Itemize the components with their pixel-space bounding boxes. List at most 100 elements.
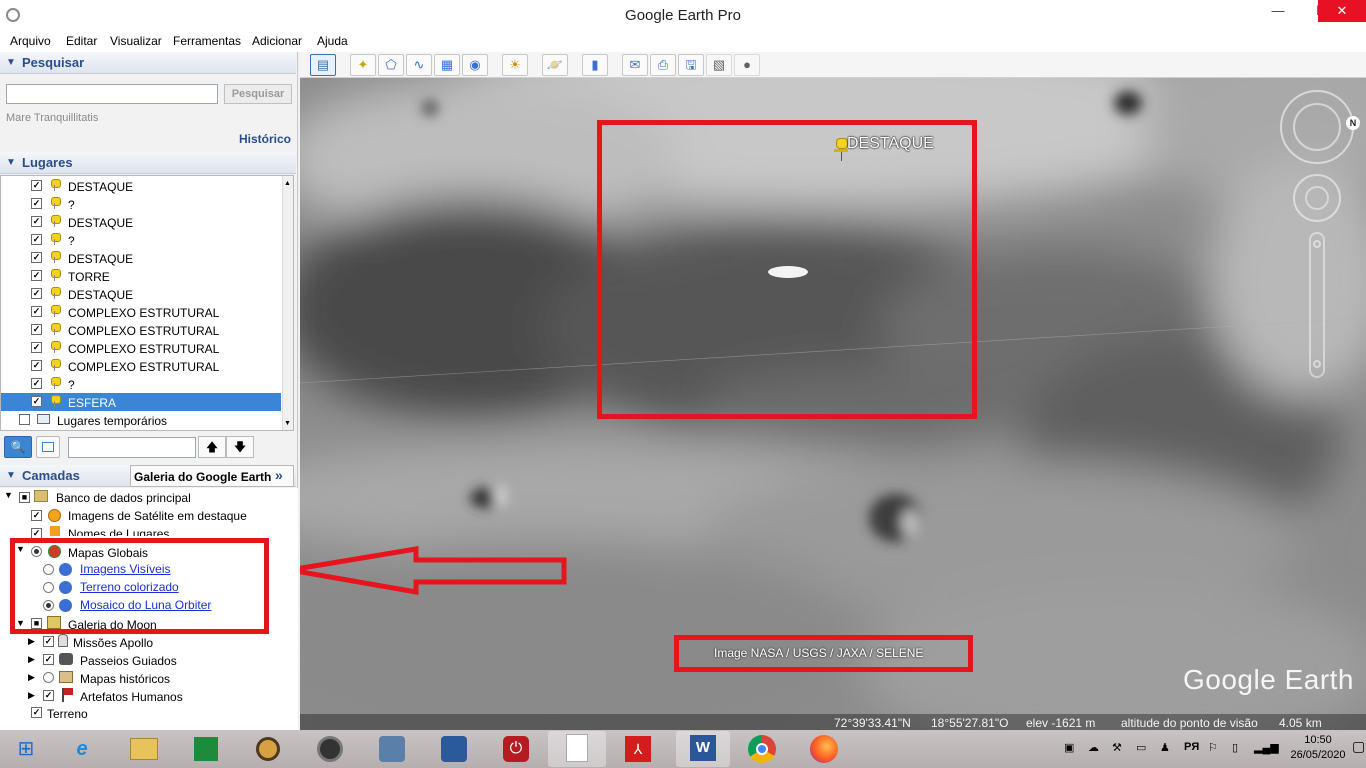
list-item[interactable]: ✓ DESTAQUE [1, 177, 281, 195]
expand-arrow-icon[interactable]: ▶ [28, 672, 35, 683]
search-places-toggle[interactable]: 🔍 [4, 436, 32, 458]
zoom-in-icon[interactable] [1313, 240, 1321, 248]
add-path-button[interactable]: ∿ [406, 54, 432, 76]
planets-button[interactable]: 🪐 [542, 54, 568, 76]
list-item[interactable]: ✓? [1, 231, 281, 249]
disk-utility-icon[interactable] [248, 733, 288, 765]
list-item[interactable]: ✓ COMPLEXO ESTRUTURAL [1, 303, 281, 321]
layer-checkbox[interactable]: ✓ [43, 636, 54, 647]
add-placemark-button[interactable]: ✦ [350, 54, 376, 76]
place-checkbox[interactable] [19, 414, 30, 425]
places-filter-input[interactable] [68, 437, 196, 458]
place-checkbox[interactable]: ✓ [31, 342, 42, 353]
list-item[interactable]: ✓ COMPLEXO ESTRUTURAL [1, 321, 281, 339]
list-item[interactable]: ✓ DESTAQUE [1, 285, 281, 303]
zoom-slider[interactable] [1309, 232, 1325, 378]
network-icon[interactable]: ▭ [1136, 741, 1146, 754]
layer-checkbox[interactable]: ✓ [31, 510, 42, 521]
expand-arrow-icon[interactable]: ▶ [28, 636, 35, 647]
firefox-icon[interactable] [804, 733, 844, 765]
tool-icon[interactable]: ⚒ [1112, 741, 1122, 754]
place-checkbox[interactable]: ✓ [31, 396, 42, 407]
minimize-button[interactable]: — [1256, 0, 1300, 22]
layer-checkbox[interactable]: ✓ [43, 690, 54, 701]
move-up-button[interactable]: 🡅 [198, 436, 226, 458]
list-item[interactable]: ✓? [1, 195, 281, 213]
gallery-button[interactable]: Galeria do Google Earth » [130, 465, 294, 487]
place-checkbox[interactable]: ✓ [31, 198, 42, 209]
email-button[interactable]: ✉ [622, 54, 648, 76]
place-checkbox[interactable]: ✓ [31, 234, 42, 245]
map-view[interactable]: DESTAQUE Image NASA / USGS / JAXA / SELE… [300, 78, 1366, 730]
place-checkbox[interactable]: ✓ [31, 270, 42, 281]
sunlight-button[interactable]: ☀ [502, 54, 528, 76]
power-app-icon[interactable]: ⏻ [496, 733, 536, 765]
add-polygon-button[interactable]: ⬠ [378, 54, 404, 76]
add-overlay-button[interactable]: ▦ [434, 54, 460, 76]
speaker-app-icon[interactable] [310, 733, 350, 765]
cloud-icon[interactable]: ☁ [1088, 741, 1099, 754]
editor-app-icon[interactable] [434, 733, 474, 765]
panel-toggle-button[interactable] [36, 436, 60, 458]
place-checkbox[interactable]: ✓ [31, 180, 42, 191]
pdf-reader-icon[interactable]: ⅄ [618, 733, 658, 765]
layer-checkbox[interactable]: ■ [19, 492, 30, 503]
blank-doc-icon[interactable] [548, 731, 606, 767]
expand-arrow-icon[interactable]: ▼ [4, 490, 13, 500]
save-image-button[interactable]: 🖫 [678, 54, 704, 76]
tray-icon[interactable]: ▣ [1064, 741, 1074, 754]
history-link[interactable]: Histórico [239, 132, 291, 146]
places-panel-header[interactable]: ▼ Lugares [0, 152, 296, 174]
search-panel-header[interactable]: ▼ Pesquisar [0, 52, 296, 74]
scroll-up-icon[interactable]: ▲ [284, 180, 291, 187]
list-item[interactable]: ✓ ESFERA [1, 393, 281, 411]
sidebar-toggle-button[interactable]: ▤ [310, 54, 336, 76]
temp-places-folder[interactable]: Lugares temporários [1, 411, 281, 429]
expand-arrow-icon[interactable]: ▶ [28, 654, 35, 665]
scroll-down-icon[interactable]: ▼ [284, 420, 291, 427]
word-icon[interactable]: W [676, 731, 730, 767]
move-down-button[interactable]: 🡇 [226, 436, 254, 458]
layer-checkbox[interactable]: ✓ [31, 707, 42, 718]
place-checkbox[interactable]: ✓ [31, 360, 42, 371]
signal-icon[interactable]: ▂▄▆ [1254, 741, 1279, 754]
places-scrollbar[interactable]: ▲ ▼ [282, 176, 293, 430]
moon-button[interactable]: ● [734, 54, 760, 76]
close-button[interactable]: ✕ [1318, 0, 1366, 22]
place-checkbox[interactable]: ✓ [31, 288, 42, 299]
flag-tray-icon[interactable]: ⚐ [1208, 741, 1218, 754]
expand-arrow-icon[interactable]: ▶ [28, 690, 35, 701]
list-item[interactable]: ✓ TORRE [1, 267, 281, 285]
windows-start-icon[interactable]: ⊞ [6, 733, 46, 765]
search-button[interactable]: Pesquisar [224, 84, 292, 104]
zoom-out-icon[interactable] [1313, 360, 1321, 368]
list-item[interactable]: ✓? [1, 375, 281, 393]
clock-time[interactable]: 10:50 [1297, 734, 1339, 746]
list-item[interactable]: ✓ COMPLEXO ESTRUTURAL [1, 357, 281, 375]
move-joystick[interactable] [1293, 174, 1341, 222]
notifications-icon[interactable]: ▢ [1352, 738, 1365, 755]
view-maps-button[interactable]: ▧ [706, 54, 732, 76]
record-tour-button[interactable]: ◉ [462, 54, 488, 76]
doc-app-icon[interactable] [372, 733, 412, 765]
north-compass-icon[interactable]: N [1346, 116, 1360, 130]
chrome-icon[interactable] [742, 733, 782, 765]
menu-editar[interactable]: Editar [66, 34, 97, 48]
people-icon[interactable]: ♟ [1160, 741, 1170, 754]
menu-visualizar[interactable]: Visualizar [110, 34, 162, 48]
clock-date[interactable]: 26/05/2020 [1287, 749, 1349, 761]
menu-ferramentas[interactable]: Ferramentas [173, 34, 241, 48]
search-input[interactable] [6, 84, 218, 104]
layer-checkbox[interactable]: ✓ [43, 654, 54, 665]
menu-ajuda[interactable]: Ajuda [317, 34, 348, 48]
layer-radio[interactable] [43, 672, 54, 683]
place-checkbox[interactable]: ✓ [31, 306, 42, 317]
look-joystick[interactable] [1280, 90, 1354, 164]
list-item[interactable]: ✓ COMPLEXO ESTRUTURAL [1, 339, 281, 357]
menu-adicionar[interactable]: Adicionar [252, 34, 302, 48]
battery-icon[interactable]: ▯ [1232, 741, 1238, 754]
file-explorer-icon[interactable] [124, 733, 164, 765]
internet-explorer-icon[interactable]: e [62, 733, 102, 765]
excel-green-icon[interactable] [186, 733, 226, 765]
place-checkbox[interactable]: ✓ [31, 324, 42, 335]
